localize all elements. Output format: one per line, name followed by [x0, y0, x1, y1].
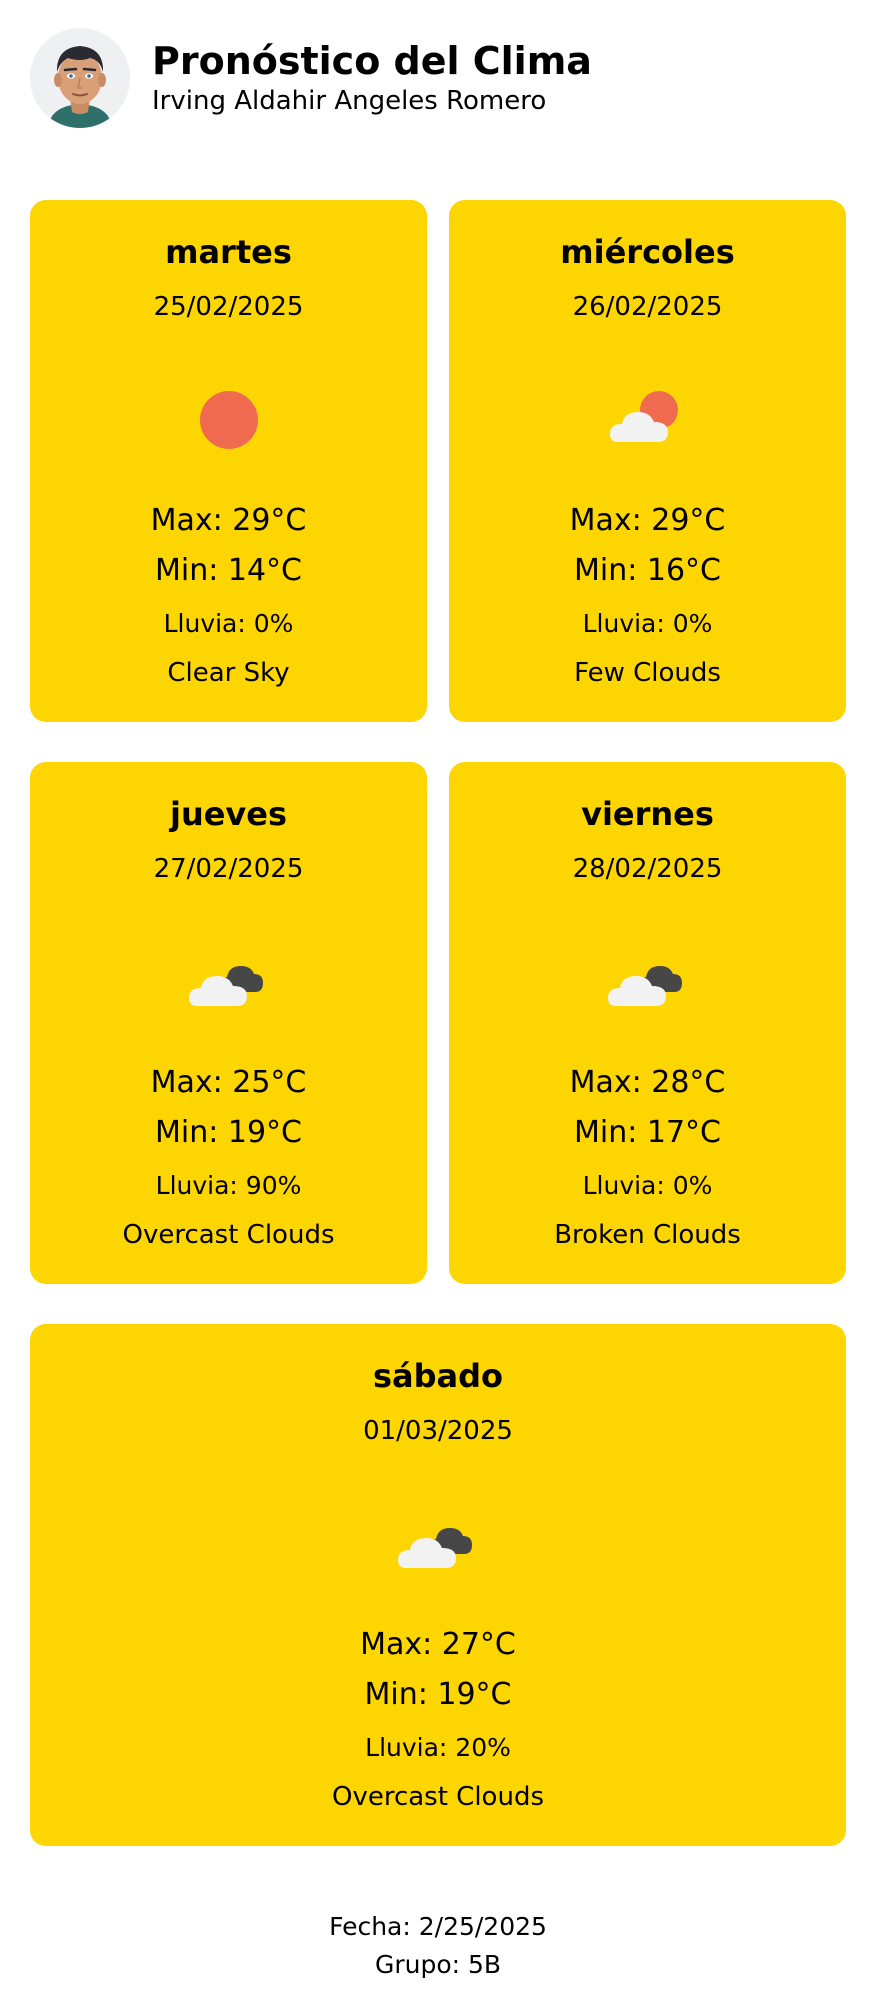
min-temp: Min: 16°C: [574, 553, 721, 588]
forecast-date: 27/02/2025: [153, 854, 304, 884]
forecast-date: 26/02/2025: [572, 292, 723, 322]
forecast-date: 28/02/2025: [572, 854, 723, 884]
forecast-date: 01/03/2025: [363, 1416, 513, 1446]
day-name: miércoles: [560, 233, 735, 271]
page-footer: Fecha: 2/25/2025 Grupo: 5B: [0, 1908, 876, 1984]
overcast-clouds-icon: [388, 1504, 488, 1584]
day-name: martes: [165, 233, 292, 271]
min-temp: Min: 17°C: [574, 1115, 721, 1150]
forecast-card-jueves: jueves 27/02/2025 Max: 25°C Min: 19°C Ll…: [30, 762, 427, 1284]
header-text: Pronóstico del Clima Irving Aldahir Ange…: [152, 38, 592, 118]
user-avatar-icon: [30, 28, 130, 128]
overcast-clouds-icon: [179, 942, 279, 1022]
forecast-date: 25/02/2025: [153, 292, 304, 322]
max-temp: Max: 27°C: [360, 1627, 516, 1662]
weather-description: Clear Sky: [167, 658, 290, 688]
min-temp: Min: 19°C: [155, 1115, 302, 1150]
broken-clouds-icon: [598, 942, 698, 1022]
max-temp: Max: 29°C: [150, 503, 307, 538]
rain-chance: Lluvia: 0%: [582, 609, 713, 638]
max-temp: Max: 25°C: [150, 1065, 307, 1100]
rain-chance: Lluvia: 0%: [163, 609, 294, 638]
forecast-card-martes: martes 25/02/2025 Max: 29°C Min: 14°C Ll…: [30, 200, 427, 722]
weather-description: Overcast Clouds: [331, 1782, 544, 1812]
clear-sky-icon: [179, 380, 279, 460]
rain-chance: Lluvia: 90%: [155, 1171, 302, 1200]
author-name: Irving Aldahir Angeles Romero: [152, 86, 547, 116]
weather-description: Overcast Clouds: [122, 1220, 335, 1250]
page-header: Pronóstico del Clima Irving Aldahir Ange…: [30, 28, 592, 128]
few-clouds-icon: [598, 380, 698, 460]
footer-date: Fecha: 2/25/2025: [329, 1912, 547, 1941]
min-temp: Min: 14°C: [155, 553, 302, 588]
max-temp: Max: 28°C: [569, 1065, 726, 1100]
rain-chance: Lluvia: 0%: [582, 1171, 713, 1200]
forecast-card-sabado: sábado 01/03/2025 Max: 27°C Min: 19°C Ll…: [30, 1324, 846, 1846]
forecast-grid: martes 25/02/2025 Max: 29°C Min: 14°C Ll…: [30, 200, 846, 1846]
forecast-card-viernes: viernes 28/02/2025 Max: 28°C Min: 17°C L…: [449, 762, 846, 1284]
forecast-card-miercoles: miércoles 26/02/2025 Max: 29°C Min: 16°C…: [449, 200, 846, 722]
footer-group: Grupo: 5B: [374, 1950, 502, 1979]
max-temp: Max: 29°C: [569, 503, 726, 538]
day-name: jueves: [169, 795, 288, 833]
weather-description: Few Clouds: [574, 658, 721, 688]
rain-chance: Lluvia: 20%: [365, 1733, 511, 1762]
min-temp: Min: 19°C: [364, 1677, 512, 1712]
page-title: Pronóstico del Clima: [152, 39, 592, 83]
day-name: sábado: [372, 1357, 504, 1395]
day-name: viernes: [581, 795, 714, 833]
weather-description: Broken Clouds: [554, 1220, 741, 1250]
